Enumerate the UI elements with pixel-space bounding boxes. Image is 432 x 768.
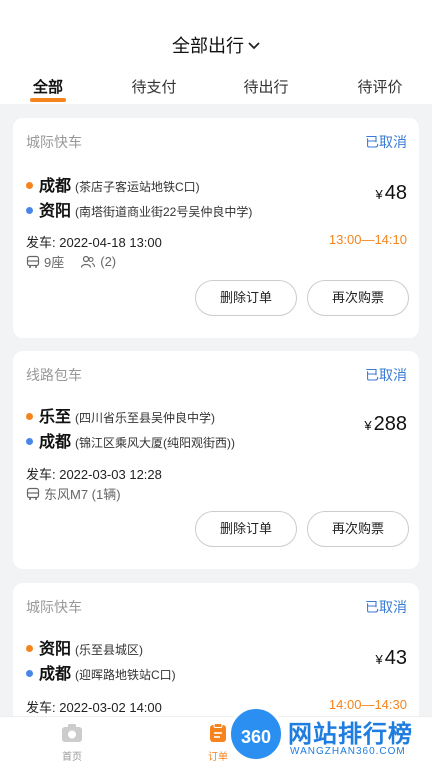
vehicle-info: 9座 (2) (26, 252, 116, 271)
bus-icon (26, 254, 40, 270)
status-badge: 已取消 (365, 367, 407, 383)
origin-stop: 资阳 (乐至县城区) (26, 635, 143, 659)
order-price: ¥288 (364, 413, 407, 436)
delete-order-button[interactable]: 删除订单 (195, 280, 297, 316)
top-header: 全部出行 全部 待支付 待出行 待评价 (0, 0, 432, 104)
destination-dot-icon (26, 207, 33, 214)
active-tab-indicator (30, 98, 66, 102)
origin-city: 资阳 (39, 641, 72, 658)
destination-address: (南塔街道商业街22号吴仲良中学) (75, 205, 253, 219)
price-value: 43 (384, 647, 407, 669)
destination-address: (迎晖路地铁站C口) (75, 668, 176, 682)
rebuy-ticket-button[interactable]: 再次购票 (307, 280, 409, 316)
destination-dot-icon (26, 438, 33, 445)
watermark-badge: 360 (228, 706, 284, 762)
order-price: ¥48 (376, 182, 407, 205)
chevron-down-icon (248, 34, 260, 55)
price-value: 288 (373, 413, 407, 435)
passenger-count: (2) (100, 254, 117, 269)
order-type: 线路包车 (26, 367, 82, 383)
origin-address: (四川省乐至县吴仲良中学) (75, 411, 216, 425)
destination-city: 成都 (39, 434, 72, 451)
origin-stop: 成都 (茶店子客运站地铁C口) (26, 172, 200, 196)
order-tabs: 全部 待支付 待出行 待评价 (0, 76, 432, 104)
origin-dot-icon (26, 413, 33, 420)
order-type: 城际快车 (26, 134, 82, 150)
departure-time: 发车: 2022-03-02 14:00 (26, 700, 162, 715)
price-value: 48 (384, 182, 407, 204)
watermark-text: 网站排行榜 (288, 721, 413, 748)
currency-symbol: ¥ (375, 652, 383, 667)
delete-order-button[interactable]: 删除订单 (195, 511, 297, 547)
status-badge: 已取消 (365, 599, 407, 615)
currency-symbol: ¥ (375, 187, 383, 202)
trip-filter-dropdown[interactable]: 全部出行 (0, 32, 432, 58)
destination-city: 成都 (39, 666, 72, 683)
destination-stop: 成都 (迎晖路地铁站C口) (26, 660, 176, 684)
camera-icon (61, 724, 83, 746)
bus-icon (26, 486, 40, 502)
origin-address: (茶店子客运站地铁C口) (75, 180, 200, 194)
tab-all[interactable]: 全部 (8, 76, 88, 97)
watermark-subtext: WANGZHAN360.COM (290, 746, 406, 757)
tab-home[interactable]: 首页 (42, 723, 102, 763)
destination-address: (锦江区乘风大厦(纯阳观街西)) (75, 436, 236, 450)
origin-city: 成都 (39, 178, 72, 195)
vehicle-info: 东风M7 (1辆) (26, 484, 121, 503)
currency-symbol: ¥ (364, 418, 372, 433)
destination-stop: 资阳 (南塔街道商业街22号吴仲良中学) (26, 197, 252, 221)
order-type: 城际快车 (26, 599, 82, 615)
rebuy-ticket-button[interactable]: 再次购票 (307, 511, 409, 547)
tab-home-label: 首页 (62, 752, 82, 763)
time-range: 13:00—14:10 (328, 232, 407, 247)
order-card[interactable]: 城际快车 已取消 成都 (茶店子客运站地铁C口) 资阳 (南塔街道商业街22号吴仲良… (13, 118, 419, 338)
origin-dot-icon (26, 645, 33, 652)
page-title: 全部出行 (172, 36, 244, 56)
seat-count: 9座 (44, 255, 65, 270)
origin-city: 乐至 (39, 409, 72, 426)
order-card[interactable]: 线路包车 已取消 乐至 (四川省乐至县吴仲良中学) 成都 (锦江区乘风大厦(纯阳观街… (13, 351, 419, 569)
status-badge: 已取消 (365, 134, 407, 150)
vehicle-model: 东风M7 (1辆) (44, 487, 121, 502)
origin-stop: 乐至 (四川省乐至县吴仲良中学) (26, 403, 215, 427)
destination-city: 资阳 (39, 203, 72, 220)
destination-dot-icon (26, 670, 33, 677)
site-watermark: 360 网站排行榜 WANGZHAN360.COM (224, 706, 432, 768)
passengers-icon (80, 254, 96, 270)
departure-time: 发车: 2022-03-03 12:28 (26, 467, 162, 482)
departure-time: 发车: 2022-04-18 13:00 (26, 235, 162, 250)
tab-pending-trip[interactable]: 待出行 (226, 76, 306, 97)
tab-pending-review[interactable]: 待评价 (340, 76, 420, 97)
destination-stop: 成都 (锦江区乘风大厦(纯阳观街西)) (26, 428, 235, 452)
origin-address: (乐至县城区) (75, 643, 144, 657)
origin-dot-icon (26, 182, 33, 189)
tab-pending-payment[interactable]: 待支付 (114, 76, 194, 97)
order-price: ¥43 (376, 647, 407, 670)
